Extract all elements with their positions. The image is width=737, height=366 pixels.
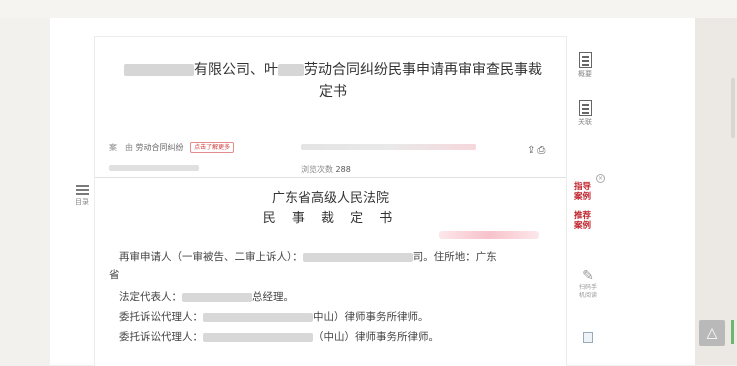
body-text: 中山）律师事务所律师。 — [313, 311, 429, 323]
body-line-5: 委托诉讼代理人： （中山）律师事务所律师。 — [109, 329, 569, 344]
toc-label: 目录 — [75, 198, 89, 206]
redacted-text — [439, 231, 539, 239]
guide-label: 指导 — [574, 182, 592, 192]
page-title: 有限公司、叶 劳动合同纠纷民事申请再审审查民事裁 定书 — [113, 59, 553, 103]
case-cause-value: 劳动合同纠纷 — [135, 143, 184, 152]
scan-to-read-button[interactable]: ✎ 扫码手 机阅读 — [574, 268, 602, 300]
scan-label: 扫码手 — [578, 284, 597, 291]
edge-indicator — [731, 320, 734, 344]
redacted-text — [302, 252, 413, 262]
learn-more-tag[interactable]: 点击了解更多 — [190, 142, 235, 153]
print-icon[interactable]: ⎙ — [537, 145, 547, 156]
redacted-text — [109, 165, 199, 171]
recommend-label: 推荐 — [574, 211, 592, 221]
related-label: 关联 — [578, 118, 592, 126]
guide-label: 案例 — [574, 192, 592, 202]
pencil-icon: ✎ — [582, 268, 594, 284]
view-count: 浏览次数 288 — [301, 164, 351, 175]
redacted-text — [301, 144, 476, 150]
view-count-value: 288 — [335, 165, 351, 174]
redacted-text — [278, 64, 304, 76]
related-button[interactable]: 关联 — [571, 100, 599, 127]
body-text: 委托诉讼代理人： — [119, 311, 203, 323]
guide-cases-link[interactable]: 指导 案例 — [574, 182, 602, 202]
body-text: 法定代表人： — [119, 291, 182, 303]
document-icon — [578, 52, 592, 68]
document-panel: 有限公司、叶 劳动合同纠纷民事申请再审审查民事裁 定书 案 由 劳动合同纠纷 点击… — [94, 36, 567, 366]
redacted-text — [182, 292, 252, 302]
download-icon[interactable]: ⇪ — [527, 145, 537, 156]
back-to-top-button[interactable]: △ — [699, 320, 725, 346]
arrow-up-icon: △ — [706, 325, 718, 341]
body-text: 总经理。 — [252, 291, 294, 303]
court-name: 广东省高级人民法院 — [271, 191, 389, 206]
document-type: 民 事 裁 定 书 — [262, 211, 399, 226]
toc-button[interactable]: 目录 — [70, 185, 94, 207]
body-text: 省 — [109, 269, 120, 281]
redacted-text — [203, 332, 313, 342]
broken-image-icon — [583, 332, 593, 343]
scan-label: 机阅读 — [578, 292, 597, 299]
redacted-text — [124, 64, 194, 76]
body-line-3: 法定代表人： 总经理。 — [109, 289, 569, 304]
list-icon — [75, 185, 89, 195]
summary-button[interactable]: 概要 — [571, 52, 599, 79]
recommend-label: 案例 — [574, 221, 592, 231]
scrollbar-thumb[interactable] — [731, 78, 735, 138]
document-icon — [578, 100, 592, 116]
body-text: 再审申请人（一审被告、二审上诉人）： — [119, 251, 303, 263]
case-cause: 案 由 劳动合同纠纷 点击了解更多 — [109, 142, 235, 153]
body-line-1: 再审申请人（一审被告、二审上诉人）： 司。住所地：广东 — [109, 249, 569, 264]
view-count-label: 浏览次数 — [301, 165, 333, 174]
recommended-cases-link[interactable]: 推荐 案例 — [574, 211, 602, 231]
window-scroll-area[interactable] — [695, 18, 737, 365]
title-part-1: 有限公司、叶 — [194, 62, 278, 78]
body-text: （中山）律师事务所律师。 — [313, 331, 439, 343]
summary-label: 概要 — [578, 70, 592, 78]
top-bar — [0, 0, 737, 18]
case-cause-label: 案 由 — [109, 143, 133, 152]
title-part-2: 劳动合同纠纷民事申请再审审查民事裁 — [304, 62, 542, 78]
redacted-text — [203, 312, 313, 322]
body-text: 委托诉讼代理人： — [119, 331, 203, 343]
body-line-4: 委托诉讼代理人： 中山）律师事务所律师。 — [109, 309, 569, 324]
divider — [95, 177, 566, 178]
doc-actions: ⇪⎙ — [527, 145, 547, 156]
body-text: 司。住所地：广东 — [412, 251, 497, 263]
title-line-2: 定书 — [319, 84, 347, 100]
body-line-2: 省 — [109, 267, 559, 282]
